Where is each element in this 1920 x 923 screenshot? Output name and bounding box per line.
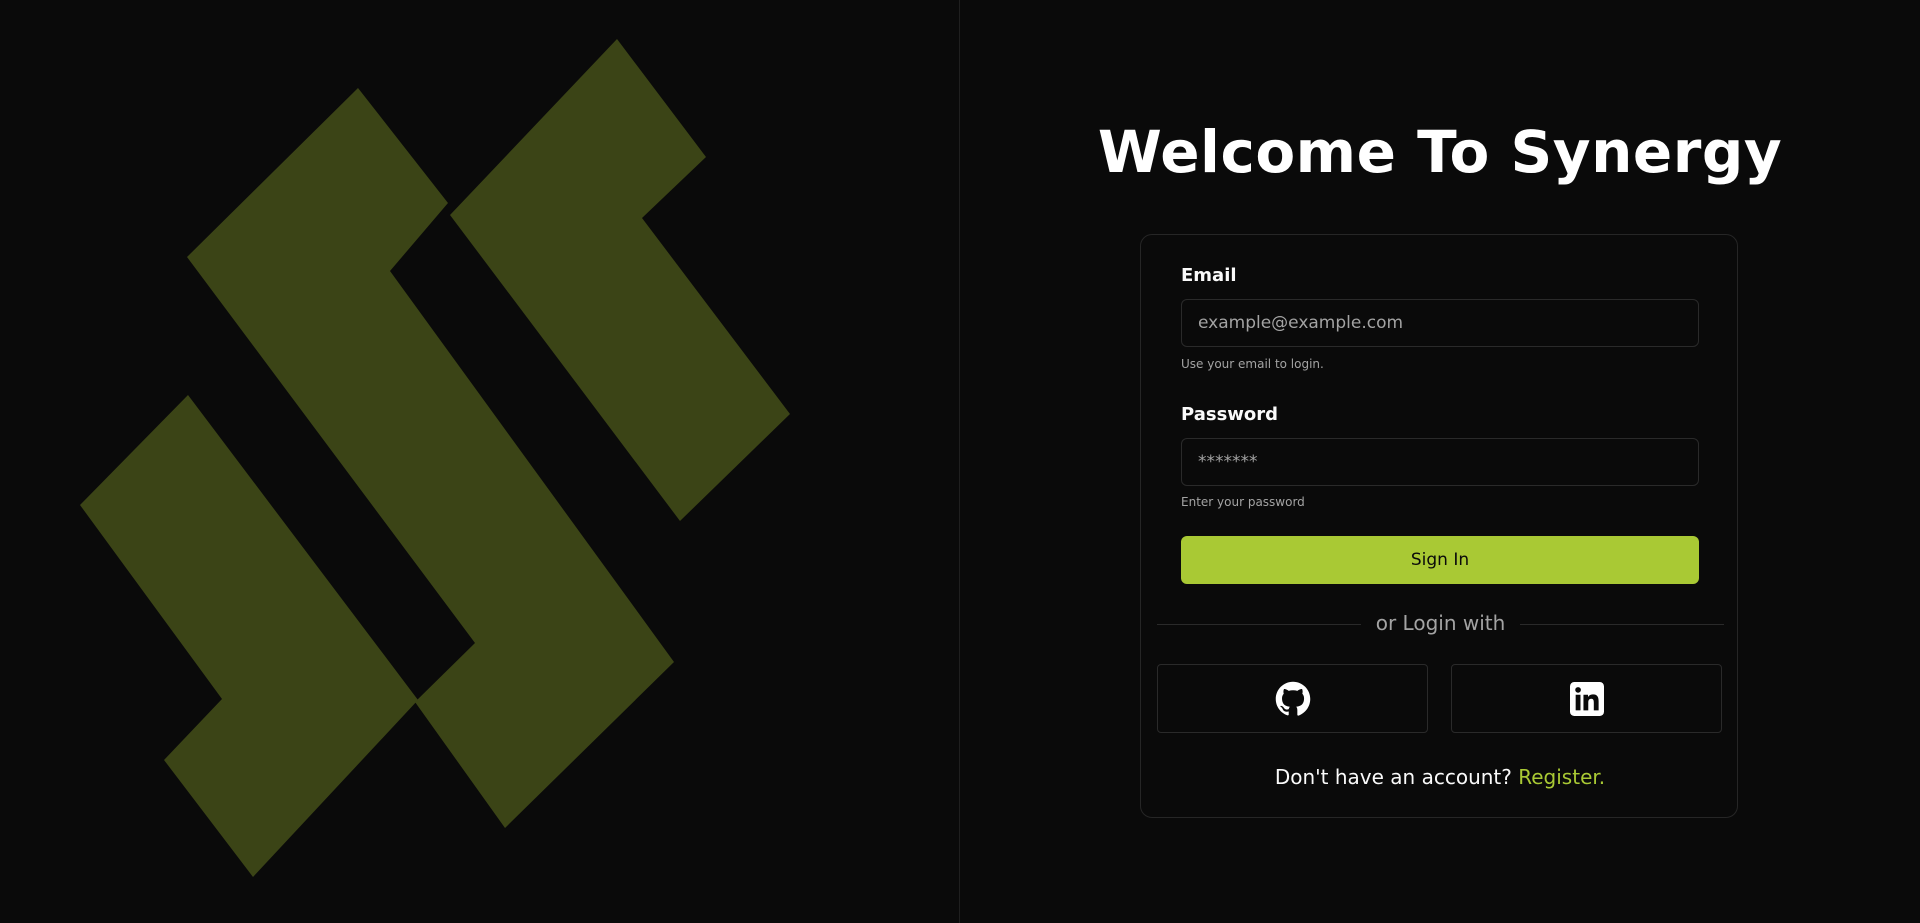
linkedin-icon	[1569, 681, 1604, 716]
register-link[interactable]: Register.	[1518, 765, 1605, 789]
page-title: Welcome To Synergy	[1097, 118, 1783, 186]
github-login-button[interactable]	[1157, 664, 1428, 733]
login-page: Welcome To Synergy Email Use your email …	[0, 0, 1920, 923]
synergy-logo	[80, 39, 790, 877]
password-label: Password	[1181, 404, 1279, 425]
email-helper-text: Use your email to login.	[1181, 357, 1324, 371]
register-prompt-text: Don't have an account?	[1274, 765, 1512, 789]
email-field[interactable]	[1181, 299, 1699, 347]
login-panel: Welcome To Synergy Email Use your email …	[960, 0, 1920, 923]
brand-panel	[0, 0, 960, 923]
social-divider-text: or Login with	[1375, 611, 1506, 635]
password-helper-text: Enter your password	[1181, 495, 1305, 509]
divider-line-right	[1520, 624, 1724, 625]
login-card: Email Use your email to login. Password …	[1140, 234, 1738, 818]
sign-in-button[interactable]: Sign In	[1181, 536, 1699, 584]
divider-line-left	[1157, 624, 1361, 625]
email-label: Email	[1181, 265, 1237, 286]
register-prompt: Don't have an account? Register.	[1141, 765, 1739, 789]
github-icon	[1275, 681, 1310, 716]
linkedin-login-button[interactable]	[1451, 664, 1722, 733]
password-field[interactable]	[1181, 438, 1699, 486]
